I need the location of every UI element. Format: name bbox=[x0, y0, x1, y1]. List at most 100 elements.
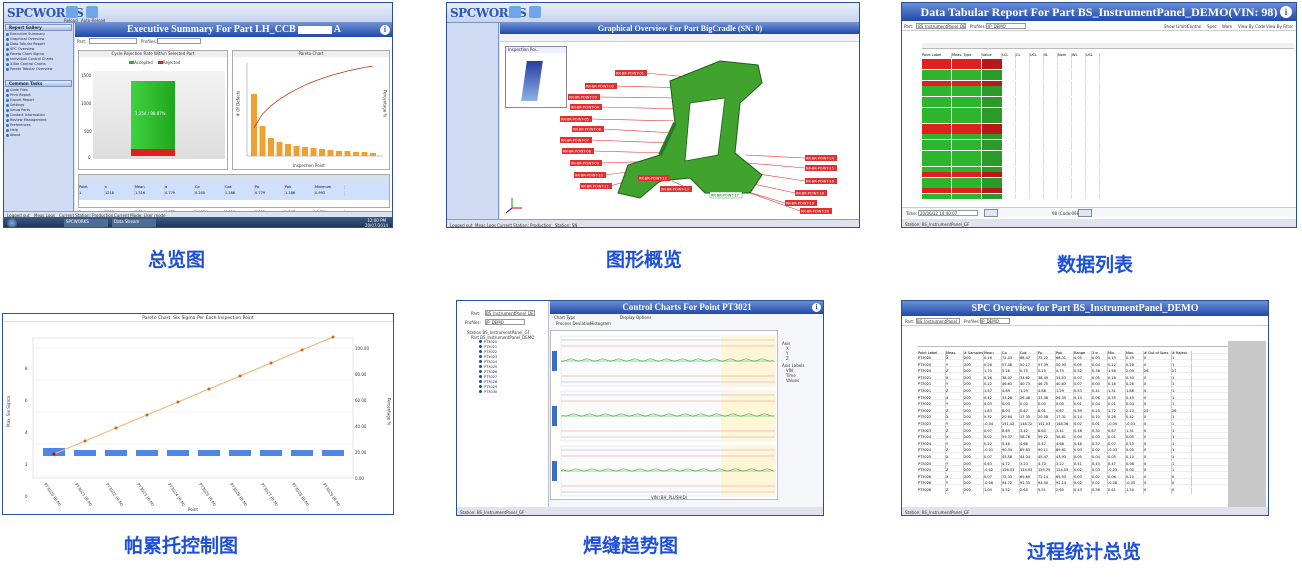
thumb-graphical-overview[interactable]: SPCWORKS Graphical Overview For Part Big… bbox=[446, 2, 860, 228]
table-row[interactable]: PT3026 Z 200 1.04 5.52 2.65 5.51 2.65 0.43 0.36 0.… bbox=[918, 479, 1228, 494]
pareto-bar bbox=[319, 149, 325, 156]
table-row[interactable]: PT3026 X 200 0.07 72.33 69.69 72.14 69.53 0.03 0.… bbox=[918, 466, 1228, 481]
table-row[interactable]: PT3021 Y 200 0.22 46.63 40.73 46.75 40.63 0.07 0.… bbox=[918, 373, 1228, 389]
part-select[interactable]: BS_InstrumentPanel_DEMO bbox=[485, 310, 535, 316]
reload-button[interactable] bbox=[509, 6, 521, 18]
status-bar: Logged out Meas Logs Current Station: Pr… bbox=[447, 219, 859, 228]
profiles-select[interactable] bbox=[157, 38, 201, 44]
task-item[interactable]: About bbox=[4, 133, 73, 138]
time-field[interactable]: 20/06/12 14:40:07 bbox=[918, 210, 978, 216]
axis-label-option[interactable]: Values bbox=[782, 378, 822, 383]
auto-reload-button[interactable] bbox=[529, 6, 541, 18]
page-title: Graphical Overview For Part BigCradle (S… bbox=[500, 23, 859, 34]
table-row[interactable]: PT3024 Z 200 -0.01 90.34 89.83 90.11 89.61 0.03 0… bbox=[918, 439, 1228, 455]
point-tag-label: RR-BR-POINT-02 bbox=[586, 85, 614, 89]
main-panel: Control Charts For Point PT3021 i Chart … bbox=[550, 301, 823, 507]
start-button[interactable] bbox=[7, 218, 17, 227]
help-icon[interactable]: i bbox=[812, 303, 821, 312]
thumb-executive-summary[interactable]: SPCWORKS Reload Auto-Reload Report Galle… bbox=[3, 2, 393, 228]
table-row[interactable]: 1 1218 1.316 0.779 0.200 1.186 0.779 1.186 0.993 bbox=[79, 181, 389, 200]
legend-label: Accepted bbox=[134, 60, 153, 65]
table-row[interactable]: PT3025 Z 200 -0.02 126.03 124.93 125.75 124.55 0… bbox=[918, 459, 1228, 475]
table-row[interactable]: PT3020 X 200 0.16 72.43 68.47 72.22 66.31 0.05 0.… bbox=[918, 347, 1228, 362]
warn-checkbox[interactable]: Warn bbox=[1222, 24, 1232, 29]
part-select[interactable] bbox=[89, 38, 137, 44]
type-cell bbox=[952, 188, 982, 194]
part-select[interactable]: BS_InstrumentPanel_DEMO bbox=[916, 23, 966, 29]
auto-reload-button[interactable] bbox=[86, 6, 98, 18]
summary-table: PointnMeanσCpCpkPpPpkMinimum 112181.3160… bbox=[78, 174, 390, 215]
common-tasks-header[interactable]: Common Tasks bbox=[5, 80, 72, 87]
redacted-box bbox=[297, 25, 332, 34]
view-by-filter-radio[interactable]: View By Filter bbox=[1266, 24, 1293, 29]
limit-cell bbox=[1016, 188, 1030, 194]
cum-point bbox=[269, 361, 273, 365]
table-row[interactable]: PT3021 Z 200 1.47 4.89 1.29 4.88 1.29 0.53 0.41 1.… bbox=[918, 380, 1228, 395]
report-gallery-header[interactable]: Report Gallery bbox=[5, 24, 72, 31]
reload-button[interactable] bbox=[66, 6, 78, 18]
3d-model-view[interactable]: RR-BR-POINT-01 RR-BR-POINT-02 RR-BR-POINT-… bbox=[500, 43, 860, 218]
part-label: Part: bbox=[904, 24, 914, 29]
filter-row: Part: BS_InstrumentPanel_DEMO Profiles: … bbox=[902, 21, 1296, 31]
tree-item-label: PT3027 bbox=[484, 375, 498, 379]
next-button[interactable] bbox=[1078, 209, 1092, 217]
value-cell bbox=[982, 193, 1002, 199]
status-text: Logged out bbox=[450, 223, 473, 228]
x-axis-label: Point bbox=[188, 507, 198, 512]
profiles-select[interactable]: IP_DEMO bbox=[485, 319, 525, 325]
table-row[interactable]: PT3020 Y 200 0.26 57.48 50.17 57.39 50.93 0.05 0.… bbox=[918, 354, 1228, 369]
table-row[interactable]: PT3026 Y 200 -0.06 94.72 92.35 94.50 92.14 0.02 0… bbox=[918, 472, 1228, 488]
table-row[interactable]: PT3025 X 200 0.07 45.58 44.04 45.47 43.93 0.05 0.… bbox=[918, 446, 1228, 461]
leader-line bbox=[597, 96, 681, 99]
part-select[interactable]: BS_InstrumentPanel_DEMO bbox=[916, 318, 960, 324]
control-checkbox[interactable]: Control bbox=[1187, 24, 1201, 29]
table-row[interactable]: PT3022 Y 200 0.03 0.00 0.00 0.00 0.00 0.01 0.04 0.… bbox=[918, 393, 1228, 409]
thumb-pareto[interactable]: Pareto Chart: Six Sigma Per Each Inspect… bbox=[2, 313, 394, 515]
taskbar-app[interactable]: Data Stream bbox=[112, 219, 156, 227]
point-tag-label: RR-BR-POINT-06 bbox=[573, 128, 601, 132]
table-row[interactable]: PT3025 Y 200 0.63 4.72 3.23 4.70 3.22 0.51 0.43 0.… bbox=[918, 453, 1228, 468]
thumb-data-tabular[interactable]: Data Tabular Report For Part BS_Instrume… bbox=[901, 2, 1297, 228]
table-row[interactable] bbox=[922, 184, 1294, 199]
table-row[interactable]: PT3023 Y 200 -0.04 151.42 148.72 151.03 148.36 0… bbox=[918, 413, 1228, 428]
chart-type-option[interactable]: Process Deviation bbox=[556, 321, 592, 326]
point-dot-icon bbox=[479, 370, 482, 373]
limit-cell bbox=[1058, 188, 1072, 194]
help-icon[interactable]: i bbox=[380, 25, 390, 35]
report-list: Executive Summary Graphical Overview Dat… bbox=[4, 32, 73, 72]
thumb-spc-overview[interactable]: SPC Overview for Part BS_InstrumentPanel… bbox=[901, 300, 1269, 516]
cum-point bbox=[114, 426, 118, 430]
profiles-select[interactable]: IP_DEMO bbox=[980, 318, 1010, 324]
pareto-bar bbox=[336, 151, 342, 156]
taskbar-app[interactable]: SPCWORKS bbox=[64, 219, 108, 227]
cell: 0.36 bbox=[1092, 487, 1108, 494]
point-tag-label: RR-BR-POINT-18 bbox=[796, 192, 824, 196]
windows-taskbar: SPCWORKS Data Stream 12:00 PM 20/07/2014 bbox=[4, 217, 392, 227]
table-row[interactable]: PT3023 Z 200 0.97 8.65 3.42 8.64 3.41 0.46 0.30 0.… bbox=[918, 420, 1228, 435]
pareto-bar bbox=[268, 138, 274, 156]
cell: 1.186 bbox=[225, 191, 255, 196]
table-row[interactable]: PT3024 Y 200 0.22 5.46 4.66 5.47 4.68 0.46 0.37 0.… bbox=[918, 433, 1228, 448]
view-by-code-radio[interactable]: View By Code bbox=[1238, 24, 1265, 29]
table-row[interactable]: PT3022 X 200 0.42 33.28 26.48 33.38 26.35 0.10 0.… bbox=[918, 387, 1228, 402]
chart-type-option[interactable]: Histogram bbox=[590, 321, 611, 326]
table-row[interactable]: PT3022 Z 200 1.83 8.03 0.67 8.01 0.67 0.39 0.25 1.… bbox=[918, 400, 1228, 415]
caption-spc-overview: 过程统计总览 bbox=[1027, 541, 1142, 563]
table-row[interactable]: PT3023 X 200 0.32 20.64 17.35 20.58 17.31 0.14 0.… bbox=[918, 406, 1228, 422]
thumb-control-charts[interactable]: Part: BS_InstrumentPanel_DEMO Profiles: … bbox=[456, 300, 824, 516]
table-row[interactable]: PT3020 Z 200 1.70 5.28 0.75 5.25 0.75 0.52 0.38 1.… bbox=[918, 360, 1228, 376]
sidebar-item[interactable]: Pareto Tabular Overview bbox=[4, 67, 73, 72]
help-icon[interactable]: i bbox=[1280, 6, 1292, 18]
table-row[interactable]: PT3024 X 200 0.02 59.37 58.76 59.22 58.61 0.04 0.… bbox=[918, 426, 1228, 442]
status-text: Meas Logs bbox=[475, 223, 496, 228]
tree-item[interactable]: PT3030 bbox=[479, 390, 497, 395]
prev-button[interactable] bbox=[984, 209, 998, 217]
spec-checkbox[interactable]: Spec bbox=[1207, 24, 1217, 29]
table-scrollbar[interactable] bbox=[1228, 341, 1266, 507]
table-row[interactable]: PT3021 X 200 0.26 38.07 34.62 38.49 34.53 0.07 0.… bbox=[918, 367, 1228, 382]
y-axis-label: Max. Six Sigma bbox=[5, 396, 11, 427]
tree-item-label: PT3029 bbox=[484, 385, 498, 389]
axis-option[interactable]: Z bbox=[782, 356, 822, 361]
leader-line bbox=[747, 162, 806, 169]
profiles-select[interactable]: IP_DEMO bbox=[986, 23, 1026, 29]
